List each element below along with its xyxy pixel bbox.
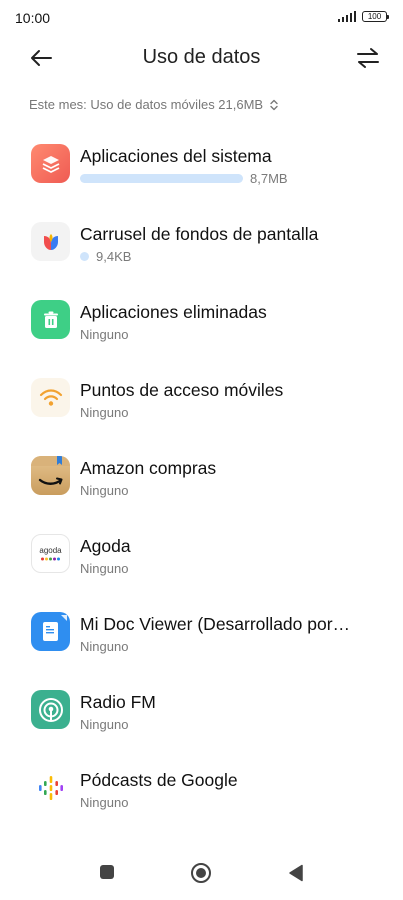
status-icons: 100 — [337, 11, 389, 22]
usage-bar — [80, 252, 89, 261]
triangle-back-icon — [289, 864, 303, 882]
app-header: Uso de datos — [0, 36, 403, 80]
app-usage: Ninguno — [80, 717, 128, 732]
back-nav-button[interactable] — [288, 864, 304, 887]
app-item-deleted[interactable]: Aplicaciones eliminadas Ninguno — [0, 276, 403, 354]
usage-value: Ninguno — [80, 561, 129, 576]
usage-value: Ninguno — [80, 639, 129, 654]
usage-value: 8,7MB — [250, 171, 288, 186]
wallpaper-carousel-icon — [31, 222, 70, 261]
period-filter-label: Este mes: Uso de datos móviles 21,6MB — [29, 97, 264, 112]
swap-arrows-icon — [357, 48, 379, 68]
app-name: Aplicaciones eliminadas — [80, 302, 267, 322]
app-item-podcasts[interactable]: Pódcasts de Google Ninguno — [0, 744, 403, 822]
usage-value: 9,4KB — [96, 249, 132, 264]
signal-icon — [337, 11, 356, 22]
app-usage: Ninguno — [80, 483, 128, 498]
system-apps-icon — [31, 144, 70, 183]
app-name: Mi Doc Viewer (Desarrollado por… — [80, 614, 351, 634]
system-nav-bar — [0, 850, 403, 900]
amazon-icon — [31, 456, 70, 495]
app-item-hotspot[interactable]: Puntos de acceso móviles Ninguno — [0, 354, 403, 432]
app-name: Aplicaciones del sistema — [80, 146, 272, 166]
usage-value: Ninguno — [80, 717, 129, 732]
app-usage: Ninguno — [80, 795, 128, 810]
page-title: Uso de datos — [142, 46, 261, 68]
battery-level: 100 — [367, 12, 382, 21]
app-usage: Ninguno — [80, 561, 128, 576]
circle-home-icon — [191, 863, 211, 883]
app-name: Pódcasts de Google — [80, 770, 238, 790]
usage-value: Ninguno — [80, 405, 129, 420]
app-usage: Ninguno — [80, 327, 128, 342]
usage-value: Ninguno — [80, 327, 129, 342]
swap-sim-button[interactable] — [355, 44, 381, 72]
usage-value: Ninguno — [80, 483, 129, 498]
app-usage: Ninguno — [80, 639, 128, 654]
recents-button[interactable] — [99, 864, 115, 885]
app-item-agoda[interactable]: agoda Agoda Ninguno — [0, 510, 403, 588]
home-button[interactable] — [190, 862, 212, 889]
period-filter-dropdown[interactable]: Este mes: Uso de datos móviles 21,6MB — [29, 97, 279, 112]
battery-icon: 100 — [362, 11, 389, 22]
app-name: Amazon compras — [80, 458, 217, 478]
app-item-wallpaper[interactable]: Carrusel de fondos de pantalla 9,4KB — [0, 198, 403, 276]
chevron-up-down-icon — [270, 99, 278, 110]
app-usage: 8,7MB — [80, 171, 288, 186]
app-item-doc-viewer[interactable]: Mi Doc Viewer (Desarrollado por… Ninguno — [0, 588, 403, 666]
app-item-system[interactable]: Aplicaciones del sistema 8,7MB — [0, 120, 403, 198]
google-podcasts-icon — [31, 768, 70, 807]
square-icon — [100, 865, 114, 879]
doc-viewer-icon — [31, 612, 70, 651]
app-usage: Ninguno — [80, 405, 128, 420]
radio-icon — [31, 690, 70, 729]
app-usage-list: Aplicaciones del sistema 8,7MB Carrusel … — [0, 120, 403, 822]
status-time: 10:00 — [15, 10, 51, 26]
app-name: Carrusel de fondos de pantalla — [80, 224, 319, 244]
app-name: Agoda — [80, 536, 131, 556]
agoda-icon: agoda — [31, 534, 70, 573]
usage-value: Ninguno — [80, 795, 129, 810]
app-item-radio[interactable]: Radio FM Ninguno — [0, 666, 403, 744]
hotspot-icon — [31, 378, 70, 417]
status-bar: 10:00 100 — [0, 0, 403, 36]
app-name: Radio FM — [80, 692, 156, 712]
app-name: Puntos de acceso móviles — [80, 380, 284, 400]
agoda-logo-text: agoda — [39, 546, 62, 555]
app-usage: 9,4KB — [80, 249, 131, 264]
usage-bar — [80, 174, 243, 183]
app-item-amazon[interactable]: Amazon compras Ninguno — [0, 432, 403, 510]
trash-icon — [31, 300, 70, 339]
